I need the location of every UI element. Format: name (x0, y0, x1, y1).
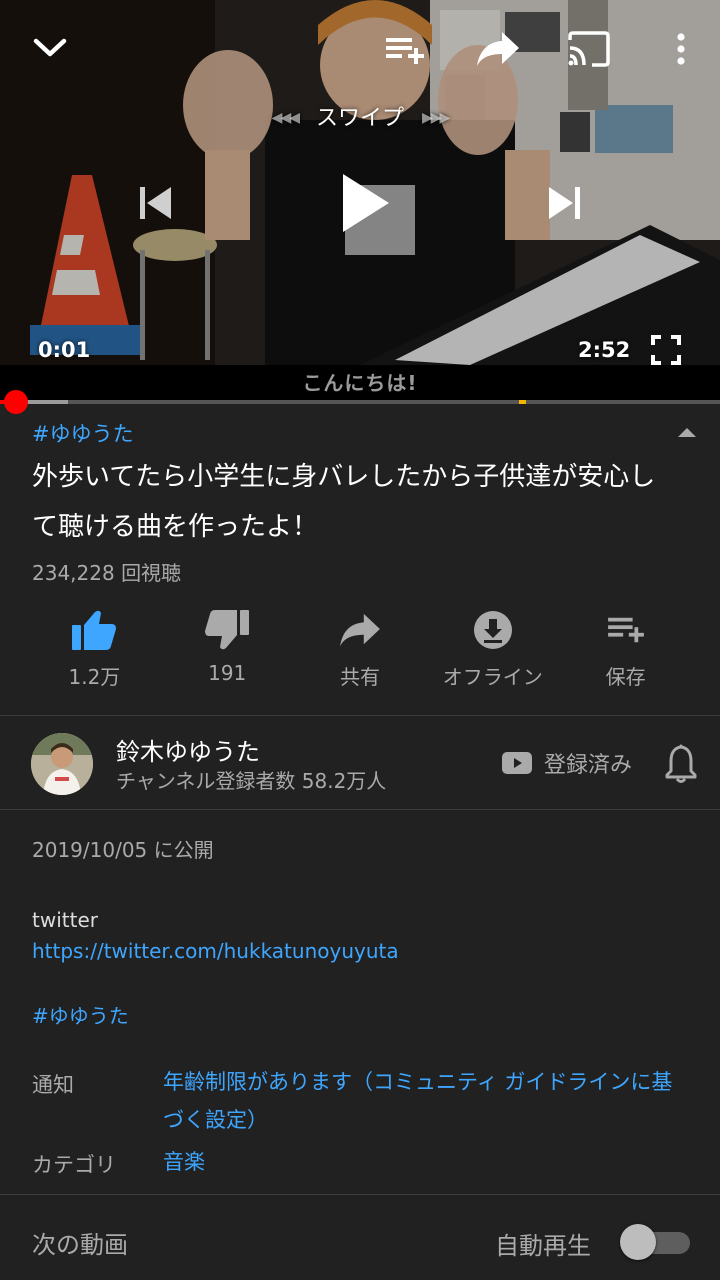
fullscreen-button[interactable] (646, 330, 686, 370)
chevron-down-icon (33, 38, 67, 57)
skip-previous-icon (140, 187, 171, 219)
video-player[interactable]: ◀◀◀ スワイプ ▶▶▶ 0:01 2:52 こんにちは! (0, 0, 720, 400)
notice-key: 通知 (32, 1073, 74, 1097)
autoplay-label: 自動再生 (495, 1232, 591, 1260)
swipe-hint: ◀◀◀ スワイプ ▶▶▶ (0, 100, 720, 132)
subscribed-label: 登録済み (544, 753, 633, 778)
cast-icon (568, 31, 610, 67)
playlist-add-icon (386, 38, 424, 64)
duration: 2:52 (578, 338, 631, 362)
minimize-button[interactable] (22, 24, 78, 72)
play-button[interactable] (330, 165, 400, 241)
category-key: カテゴリ (32, 1153, 116, 1177)
dislike-button[interactable]: 191 (161, 605, 294, 695)
share-icon (477, 32, 519, 66)
skip-next-icon (549, 187, 580, 219)
more-options-button[interactable] (664, 26, 698, 72)
current-time: 0:01 (38, 338, 91, 362)
autoplay-toggle[interactable] (620, 1224, 690, 1260)
share-icon (340, 613, 380, 647)
add-to-queue-button[interactable] (380, 26, 430, 72)
bell-icon (665, 744, 697, 783)
chapter-marker (519, 400, 526, 404)
avatar-image (31, 733, 93, 795)
divider (0, 1194, 720, 1195)
like-count: 1.2万 (68, 665, 121, 689)
previous-button[interactable] (130, 178, 182, 228)
swipe-hint-label: スワイプ (315, 106, 404, 131)
twitter-link[interactable]: https://twitter.com/hukkatunoyuyuta (32, 939, 399, 963)
offline-label: オフライン (442, 665, 543, 689)
publish-date: 2019/10/05 に公開 (32, 838, 214, 862)
view-count: 234,228 回視聴 (32, 561, 182, 585)
cast-button[interactable] (562, 26, 616, 72)
channel-name[interactable]: 鈴木ゆゆうた (116, 732, 260, 767)
toggle-knob (620, 1224, 656, 1260)
play-icon (343, 174, 389, 232)
seek-scrubber[interactable] (4, 390, 28, 414)
like-button[interactable]: 1.2万 (28, 605, 161, 695)
caption-bar: こんにちは! (0, 365, 720, 400)
notification-bell-button[interactable] (664, 744, 698, 784)
swipe-right-arrows-icon: ▶▶▶ (422, 110, 450, 126)
thumbs-down-icon (205, 610, 250, 650)
swipe-left-arrows-icon: ◀◀◀ (271, 110, 300, 126)
action-bar: 1.2万 191 共有 オフライン 保存 (28, 605, 692, 695)
share-button[interactable] (472, 26, 524, 72)
more-vertical-icon (677, 33, 685, 65)
subscribed-button[interactable]: 登録済み (502, 747, 632, 779)
chevron-up-icon (678, 428, 696, 437)
seek-bar[interactable] (0, 390, 720, 414)
subscriber-count: チャンネル登録者数 58.2万人 (116, 769, 387, 793)
youtube-play-icon (502, 752, 532, 774)
video-title: 外歩いてたら小学生に身バレしたから子供達が安心して聴ける曲を作ったよ！ (32, 462, 656, 542)
thumbs-up-icon (72, 610, 117, 650)
channel-avatar[interactable] (31, 733, 93, 795)
up-next-label: 次の動画 (32, 1231, 128, 1259)
description-hashtag[interactable]: #ゆゆうた (32, 1000, 129, 1029)
divider (0, 809, 720, 810)
download-button[interactable]: オフライン (426, 605, 559, 695)
download-icon (473, 611, 512, 649)
share-action-button[interactable]: 共有 (294, 605, 427, 695)
dislike-count: 191 (208, 661, 247, 685)
video-hashtag[interactable]: #ゆゆうた (32, 418, 134, 448)
category-value[interactable]: 音楽 (163, 1143, 693, 1181)
collapse-description-button[interactable] (676, 424, 698, 440)
playlist-add-icon (607, 617, 644, 643)
notice-value[interactable]: 年齢制限があります（コミュニティ ガイドラインに基づく設定） (163, 1063, 693, 1139)
save-button[interactable]: 保存 (559, 605, 692, 695)
fullscreen-icon (651, 335, 681, 365)
save-label: 保存 (605, 665, 646, 689)
twitter-label: twitter (32, 908, 98, 932)
divider (0, 715, 720, 716)
next-button[interactable] (538, 178, 590, 228)
share-label: 共有 (339, 665, 380, 689)
